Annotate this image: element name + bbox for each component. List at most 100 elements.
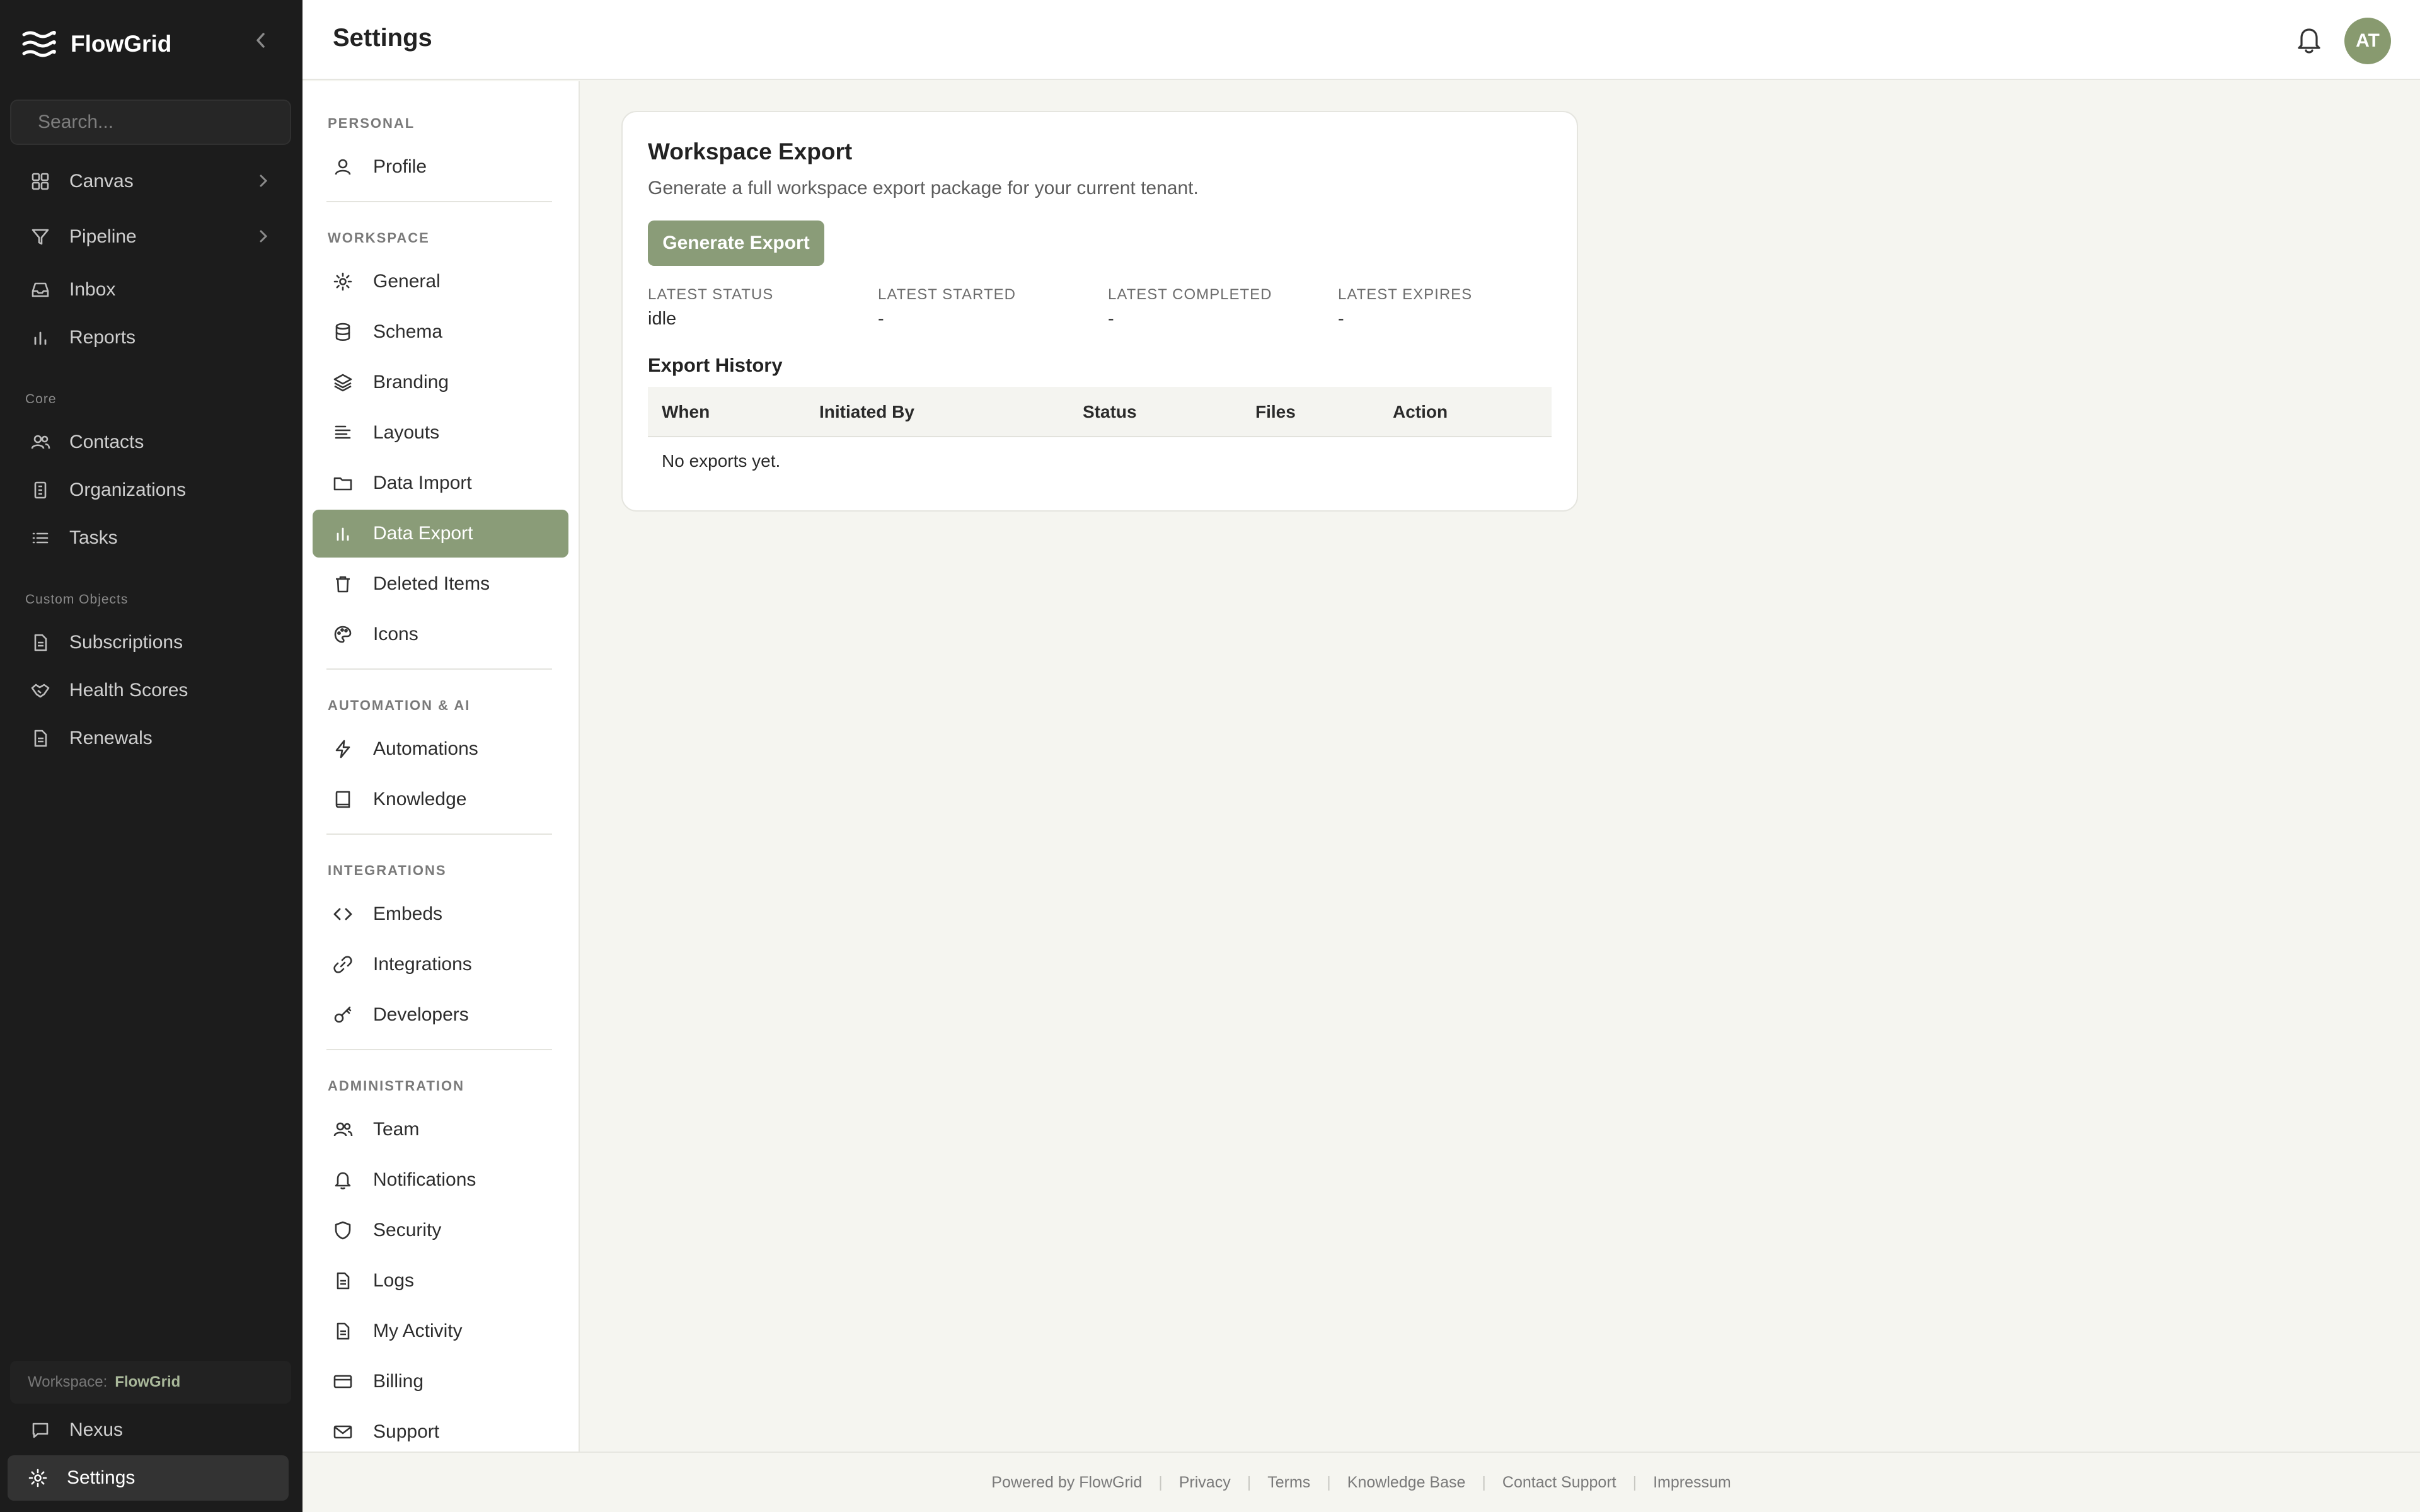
export-history-title: Export History — [648, 354, 783, 376]
settings-item-general[interactable]: General — [313, 258, 568, 306]
users-icon — [333, 1122, 353, 1137]
sidebar-item-reports[interactable]: Reports — [10, 316, 291, 359]
credit-card-icon — [333, 1375, 352, 1389]
settings-item-label: Icons — [373, 624, 418, 644]
settings-section-automation: AUTOMATION & AI — [328, 697, 471, 713]
notifications-button[interactable] — [2294, 24, 2324, 55]
settings-item-branding[interactable]: Branding — [313, 358, 568, 406]
chevron-right-icon — [260, 175, 268, 187]
settings-item-team[interactable]: Team — [313, 1106, 568, 1154]
workspace-export-card: Workspace Export Generate a full workspa… — [621, 111, 1578, 512]
search-box[interactable]: ⌘ K — [10, 100, 347, 145]
settings-item-my-activity[interactable]: My Activity — [313, 1307, 568, 1355]
settings-item-notifications[interactable]: Notifications — [313, 1156, 568, 1204]
settings-item-profile[interactable]: Profile — [313, 143, 568, 191]
sidebar-item-tasks[interactable]: Tasks — [10, 517, 291, 559]
footer-link-contact-support[interactable]: Contact Support — [1502, 1474, 1616, 1492]
settings-item-security[interactable]: Security — [313, 1206, 568, 1254]
book-icon — [335, 791, 350, 808]
sidebar-item-pipeline[interactable]: Pipeline — [10, 215, 291, 258]
settings-item-label: Profile — [373, 156, 427, 177]
settings-item-label: Knowledge — [373, 789, 467, 810]
user-avatar[interactable]: AT — [2344, 18, 2391, 64]
sidebar-item-inbox[interactable]: Inbox — [10, 268, 291, 311]
settings-item-data-export[interactable]: Data Export — [313, 510, 568, 558]
page-title: Settings — [333, 24, 432, 52]
footer-separator: | — [1327, 1473, 1331, 1491]
settings-item-label: Data Import — [373, 472, 472, 493]
database-icon — [335, 323, 350, 341]
sidebar-section-custom-objects: Custom Objects — [25, 592, 129, 607]
code-icon — [333, 908, 352, 920]
settings-item-knowledge[interactable]: Knowledge — [313, 776, 568, 823]
settings-item-layouts[interactable]: Layouts — [313, 409, 568, 457]
settings-section-workspace: WORKSPACE — [328, 230, 430, 246]
settings-item-billing[interactable]: Billing — [313, 1358, 568, 1406]
meta-label: LATEST STATUS — [648, 286, 774, 303]
table-empty-row: No exports yet. — [648, 437, 1552, 488]
sidebar-item-label: Nexus — [69, 1419, 124, 1440]
file-icon — [34, 730, 47, 747]
sidebar-item-label: Organizations — [69, 479, 187, 500]
settings-item-automations[interactable]: Automations — [313, 725, 568, 773]
sidebar-item-nexus[interactable]: Nexus — [10, 1409, 291, 1452]
column-initiated-by: Initiated By — [819, 402, 914, 421]
footer-link-privacy[interactable]: Privacy — [1179, 1474, 1231, 1492]
sidebar-item-subscriptions[interactable]: Subscriptions — [10, 621, 291, 664]
footer-link-impressum[interactable]: Impressum — [1653, 1474, 1731, 1492]
bell-icon — [335, 1172, 351, 1189]
settings-item-deleted-items[interactable]: Deleted Items — [313, 560, 568, 608]
generate-export-button[interactable]: Generate Export — [648, 220, 824, 266]
sidebar-item-organizations[interactable]: Organizations — [10, 469, 291, 512]
sidebar-item-contacts[interactable]: Contacts — [10, 421, 291, 464]
sidebar-item-health-scores[interactable]: Health Scores — [10, 669, 291, 712]
sidebar-item-settings[interactable]: Settings — [8, 1455, 289, 1501]
footer-separator: | — [1247, 1473, 1252, 1491]
collapse-sidebar-button[interactable] — [250, 29, 272, 52]
search-input[interactable] — [38, 112, 281, 133]
brand[interactable]: FlowGrid — [21, 24, 171, 64]
settings-item-logs[interactable]: Logs — [313, 1257, 568, 1305]
filter-icon — [32, 229, 49, 245]
meta-value: - — [878, 309, 884, 329]
building-icon — [34, 481, 47, 499]
settings-item-support[interactable]: Support — [313, 1408, 568, 1456]
meta-label: LATEST STARTED — [878, 286, 1016, 303]
palette-icon — [334, 626, 352, 643]
sidebar-item-label: Tasks — [69, 527, 118, 548]
sidebar-item-label: Health Scores — [69, 680, 188, 701]
sidebar-item-renewals[interactable]: Renewals — [10, 717, 291, 760]
link-icon — [333, 956, 352, 973]
sidebar-item-label: Canvas — [69, 171, 134, 192]
mail-icon — [333, 1425, 352, 1439]
handshake-icon — [31, 684, 50, 698]
settings-section-personal: PERSONAL — [328, 115, 415, 131]
settings-item-embeds[interactable]: Embeds — [313, 890, 568, 938]
settings-item-label: Team — [373, 1119, 420, 1140]
sidebar-item-label: Inbox — [69, 279, 116, 300]
sidebar-item-canvas[interactable]: Canvas — [10, 160, 291, 203]
file-icon — [34, 634, 47, 651]
footer-link-terms[interactable]: Terms — [1267, 1474, 1310, 1492]
column-files: Files — [1255, 402, 1296, 421]
settings-item-schema[interactable]: Schema — [313, 308, 568, 356]
folder-icon — [333, 477, 352, 491]
users-icon — [31, 435, 50, 449]
list-icon — [32, 532, 49, 544]
workspace-label: Workspace: — [28, 1373, 108, 1390]
file-icon — [337, 1322, 350, 1340]
settings-item-label: Security — [373, 1220, 442, 1240]
meta-latest-started: LATEST STARTED - — [878, 286, 1016, 329]
settings-item-data-import[interactable]: Data Import — [313, 459, 568, 507]
footer-link-knowledge-base[interactable]: Knowledge Base — [1347, 1474, 1466, 1492]
footer-powered-by[interactable]: Powered by FlowGrid — [991, 1474, 1142, 1492]
empty-state-text: No exports yet. — [662, 451, 781, 471]
meta-label: LATEST COMPLETED — [1108, 286, 1272, 303]
settings-item-label: Billing — [373, 1371, 424, 1392]
sidebar-item-label: Reports — [69, 327, 136, 348]
settings-item-integrations[interactable]: Integrations — [313, 941, 568, 988]
chat-icon — [32, 1423, 49, 1438]
settings-item-icons[interactable]: Icons — [313, 610, 568, 658]
settings-item-developers[interactable]: Developers — [313, 991, 568, 1039]
workspace-switcher[interactable]: Workspace: FlowGrid — [10, 1361, 291, 1404]
